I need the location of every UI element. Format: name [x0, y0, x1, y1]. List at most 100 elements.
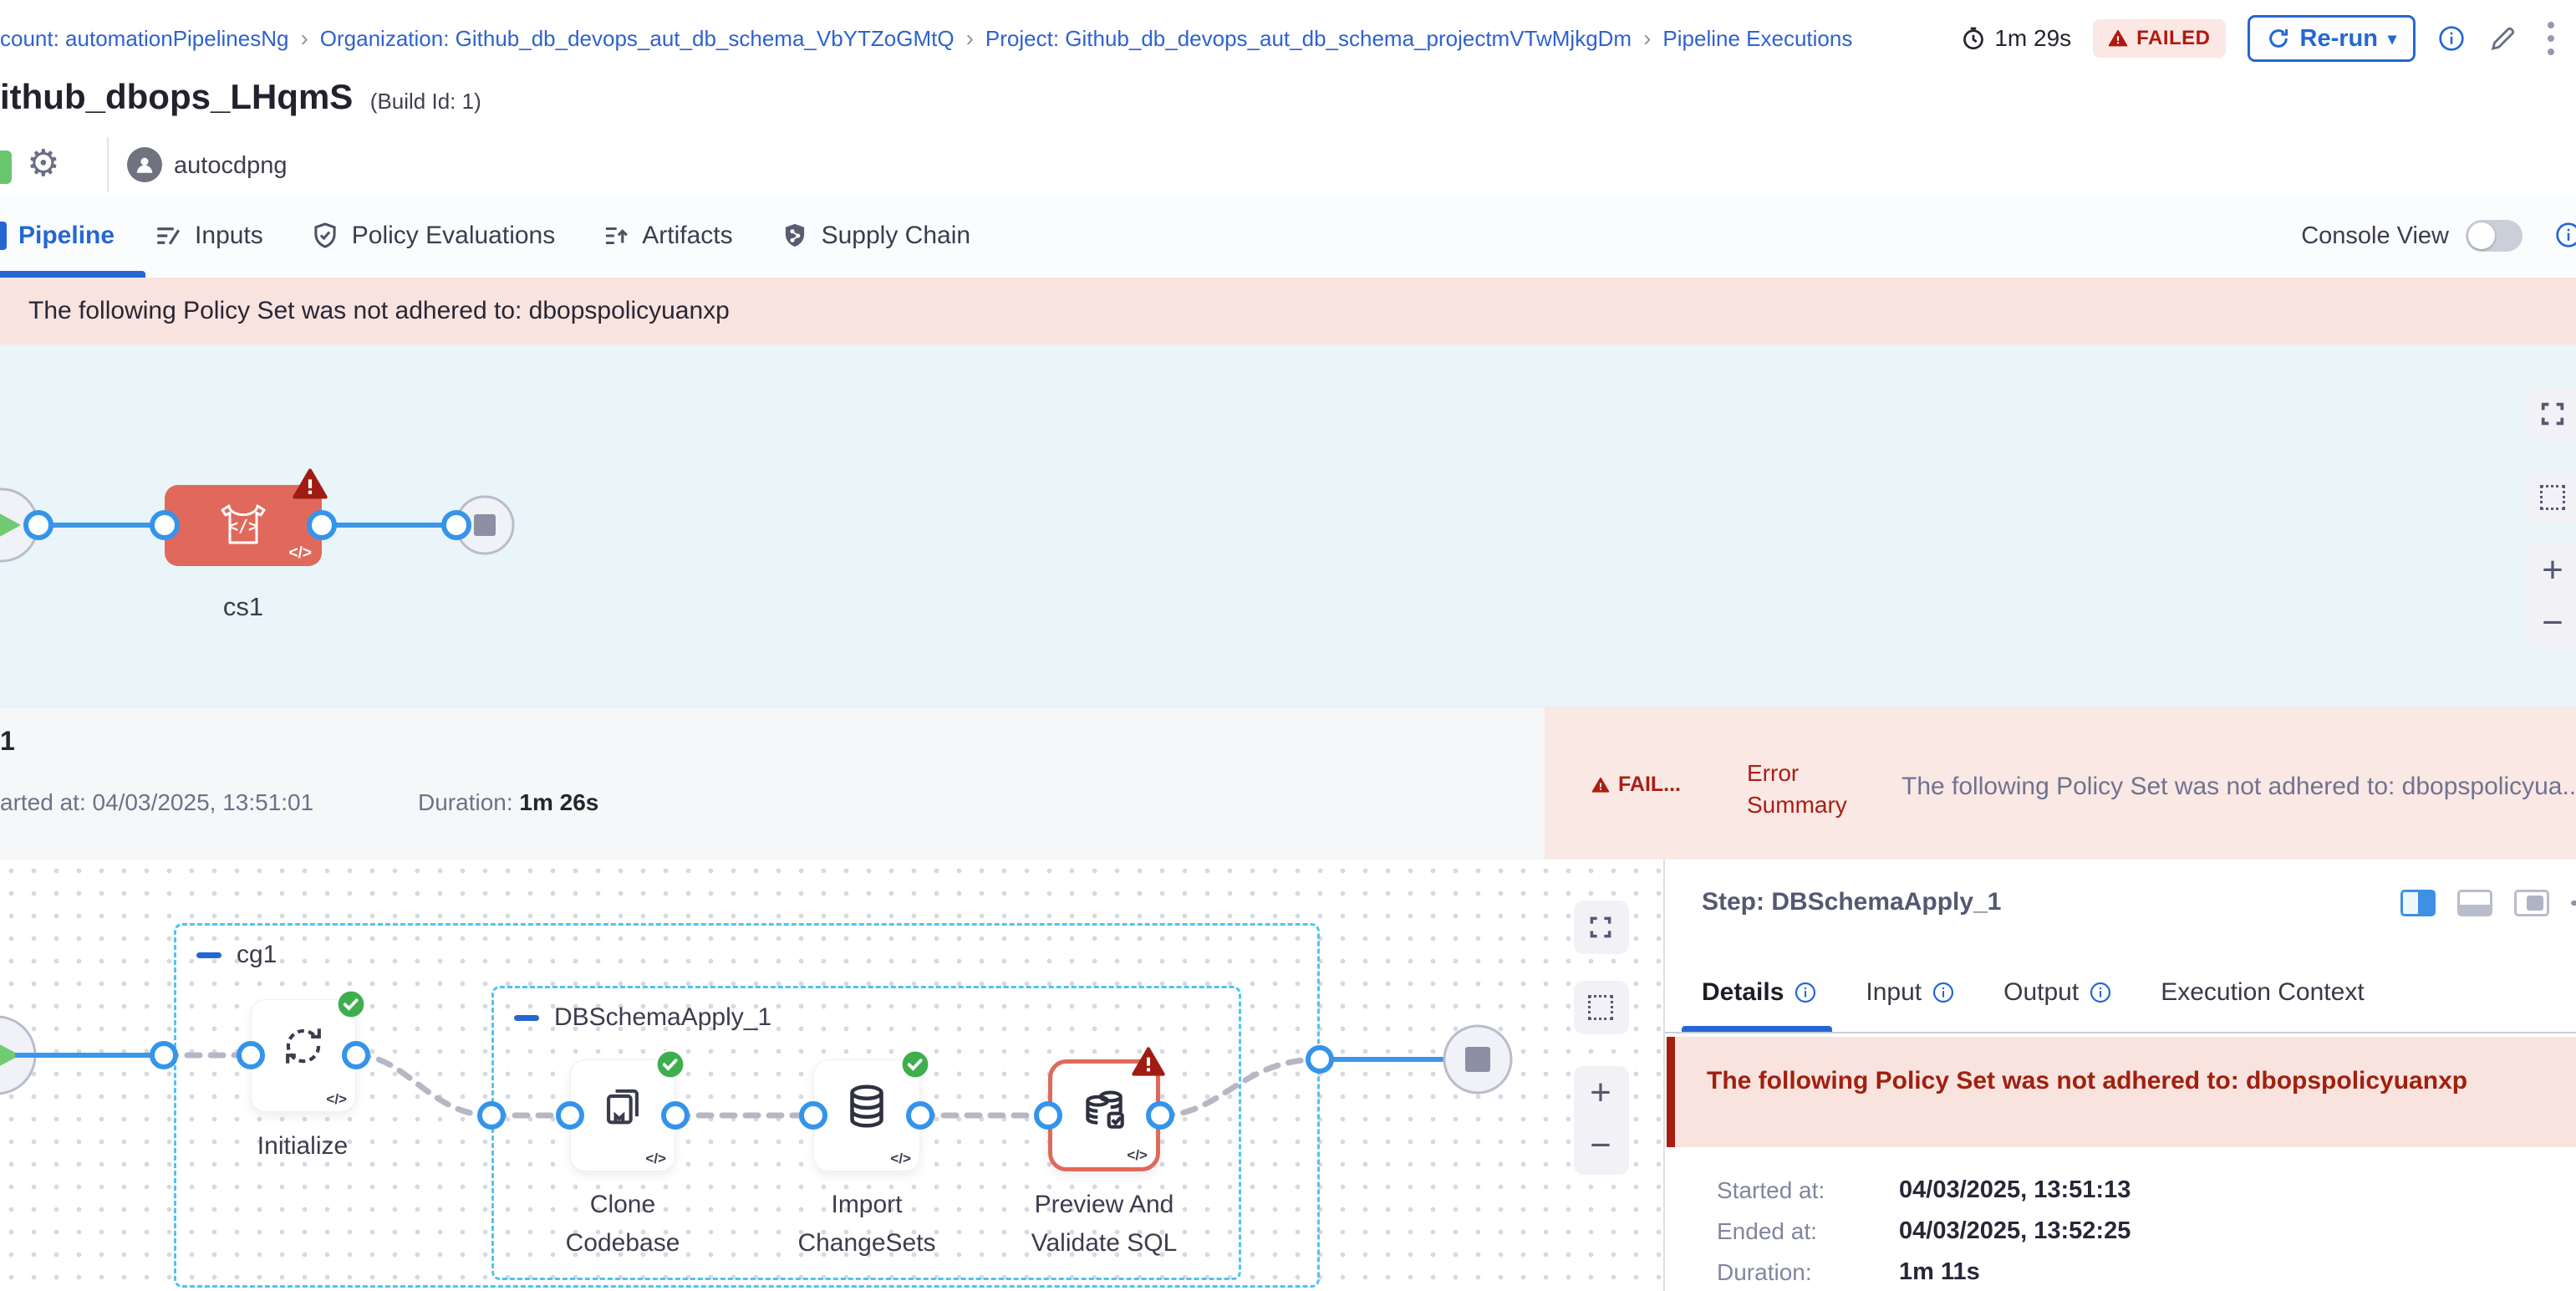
step-node-import-changesets[interactable]: </>: [813, 1059, 920, 1171]
trigger-icon: [0, 151, 12, 184]
zoom-controls: + −: [2526, 543, 2576, 649]
step-node-clone-codebase[interactable]: </>: [570, 1059, 675, 1171]
breadcrumb: count: automationPipelinesNg › Organizat…: [0, 25, 1852, 52]
duration-value: 1m 11s: [1899, 1258, 1980, 1286]
tab-artifacts[interactable]: Artifacts: [602, 222, 732, 250]
inputs-icon: [153, 221, 183, 251]
tab-execution-context-label: Execution Context: [2161, 978, 2364, 1007]
warning-triangle-icon: [1591, 776, 1610, 794]
marquee-select-button[interactable]: [2526, 471, 2576, 524]
stage-name: 1: [0, 726, 15, 757]
layout-bottom-split-button[interactable]: [2457, 890, 2492, 916]
step-import-changesets-label: Import ChangeSets: [779, 1186, 955, 1263]
code-icon: </>: [890, 1151, 911, 1167]
chevron-down-icon: ▾: [2388, 28, 2396, 49]
tab-inputs[interactable]: Inputs: [153, 221, 263, 251]
stage-node-cs1[interactable]: </> </>: [165, 485, 322, 566]
rerun-label: Re-run: [2300, 25, 2378, 53]
tab-details-label: Details: [1702, 978, 1784, 1007]
collapse-group-icon[interactable]: [196, 952, 221, 958]
tab-input-label: Input: [1866, 978, 1922, 1007]
clock-icon: [1961, 26, 1986, 51]
breadcrumb-organization[interactable]: Organization: Github_db_devops_aut_db_sc…: [320, 26, 955, 52]
breadcrumb-account[interactable]: count: automationPipelinesNg: [0, 26, 288, 52]
top-actions: 1m 29s FAILED Re-run ▾: [1961, 15, 2576, 62]
execution-tab-bar: Pipeline Inputs Policy Evaluations: [0, 194, 2576, 278]
started-at-label: Started at:: [1717, 1177, 1825, 1204]
fail-status-chip: FAIL...: [1591, 773, 1681, 797]
fullscreen-button[interactable]: [1574, 901, 1629, 954]
chevron-right-icon: ›: [1643, 25, 1651, 52]
more-options-kebab-icon[interactable]: [2539, 18, 2563, 59]
info-icon: [1794, 981, 1817, 1004]
chevron-right-icon: ›: [966, 25, 974, 52]
tab-supply-chain[interactable]: Supply Chain: [780, 221, 970, 251]
step-details-panel: Step: DBSchemaApply_1 Details Input Outp…: [1663, 860, 2576, 1291]
zoom-in-button[interactable]: +: [1574, 1066, 1627, 1119]
pipeline-icon: [0, 222, 7, 250]
pipeline-title: ithub_dbops_LHqmS: [0, 77, 353, 117]
stage-node-label: cs1: [160, 592, 327, 622]
step-node-preview-validate-sql[interactable]: </>: [1048, 1059, 1160, 1171]
status-badge-label: FAILED: [2136, 27, 2210, 50]
triggered-by-user[interactable]: autocdpng: [174, 152, 287, 180]
console-view-toggle[interactable]: [2466, 220, 2523, 252]
zoom-out-button[interactable]: −: [1574, 1119, 1627, 1171]
console-view-control: Console View: [2301, 194, 2523, 278]
group-cg1-label: cg1: [237, 941, 277, 969]
zoom-controls: + −: [1574, 1066, 1629, 1175]
play-icon: [0, 1040, 20, 1070]
meta-row: ⚙ autocdpng: [0, 140, 2576, 194]
tab-execution-context[interactable]: Execution Context: [2161, 978, 2364, 1007]
minimize-panel-button[interactable]: [2571, 901, 2576, 906]
layout-floating-button[interactable]: [2514, 890, 2549, 916]
info-icon: [2089, 981, 2112, 1004]
step-node-initialize[interactable]: </>: [251, 999, 356, 1112]
step-preview-validate-sql-label: Preview And Validate SQL: [1016, 1186, 1192, 1263]
zoom-in-button[interactable]: +: [2526, 543, 2576, 596]
step-warning-badge-icon: [1131, 1045, 1166, 1079]
fail-status-label: FAIL...: [1618, 773, 1681, 797]
divider: [107, 137, 109, 192]
marquee-select-button[interactable]: [1574, 981, 1629, 1034]
tab-pipeline[interactable]: Pipeline: [0, 222, 115, 250]
breadcrumb-pipeline-executions[interactable]: Pipeline Executions: [1662, 26, 1852, 52]
collapse-group-icon[interactable]: [514, 1015, 539, 1021]
zoom-out-button[interactable]: −: [2526, 596, 2576, 649]
stage-info-bar: 1 arted at: 04/03/2025, 13:51:01 Duratio…: [0, 707, 2576, 860]
tab-inputs-label: Inputs: [195, 222, 263, 250]
success-check-badge-icon: [899, 1049, 931, 1080]
info-icon[interactable]: [2437, 24, 2466, 53]
tab-details[interactable]: Details: [1702, 978, 1817, 1007]
edit-pencil-icon[interactable]: [2487, 23, 2517, 54]
policy-violation-banner-text: The following Policy Set was not adhered…: [28, 297, 730, 325]
layout-right-split-button[interactable]: [2400, 890, 2436, 916]
info-icon[interactable]: [2554, 221, 2576, 249]
rerun-button[interactable]: Re-run ▾: [2248, 15, 2416, 62]
success-check-badge-icon: [335, 988, 367, 1020]
gear-icon[interactable]: ⚙: [27, 142, 59, 185]
stage-graph-canvas[interactable]: </> </> cs1: [0, 344, 2576, 707]
breadcrumb-project[interactable]: Project: Github_db_devops_aut_db_schema_…: [985, 26, 1632, 52]
step-panel-title: Step: DBSchemaApply_1: [1702, 888, 2001, 916]
title-block: ithub_dbops_LHqmS (Build Id: 1): [0, 77, 2576, 140]
fullscreen-icon: [1574, 901, 1627, 954]
elapsed-time-value: 1m 29s: [1994, 25, 2071, 52]
step-error-box: The following Policy Set was not adhered…: [1667, 1037, 2576, 1147]
success-check-badge-icon: [654, 1049, 686, 1080]
elapsed-time: 1m 29s: [1961, 25, 2071, 52]
step-clone-codebase-label: Clone Codebase: [535, 1186, 710, 1263]
step-initialize-label: Initialize: [215, 1127, 390, 1166]
execution-graph-canvas[interactable]: cg1 DBSchemaApply_1 </>: [0, 860, 1663, 1291]
tab-artifacts-label: Artifacts: [642, 222, 732, 250]
refresh-icon: [2267, 27, 2290, 50]
play-icon: [0, 511, 21, 539]
tab-output[interactable]: Output: [2003, 978, 2112, 1007]
tab-policy-evaluations[interactable]: Policy Evaluations: [310, 221, 555, 251]
fullscreen-button[interactable]: [2526, 387, 2576, 441]
duration-label: Duration:: [1717, 1259, 1812, 1286]
tab-input[interactable]: Input: [1866, 978, 1955, 1007]
sync-icon: [252, 1010, 355, 1082]
code-icon: </>: [1127, 1147, 1148, 1164]
active-tab-underline: [0, 271, 145, 278]
